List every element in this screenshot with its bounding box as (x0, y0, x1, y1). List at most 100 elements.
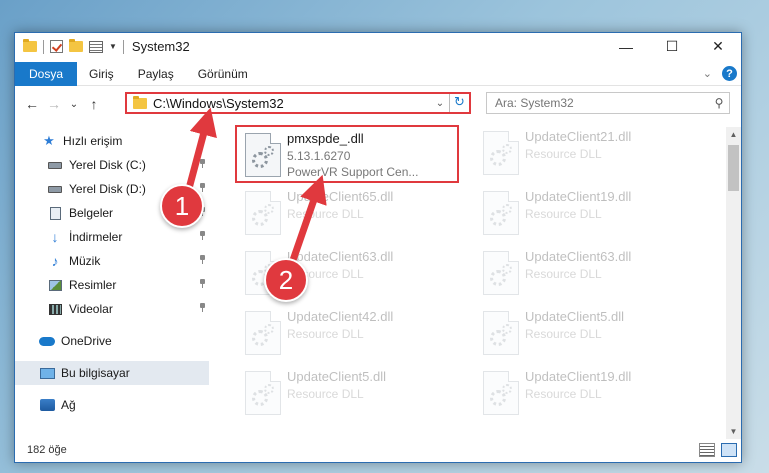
dll-file-icon (483, 311, 519, 355)
file-name: UpdateClient19.dll (525, 369, 632, 384)
file-item[interactable]: UpdateClient19.dll Resource DLL (475, 185, 699, 243)
pin-icon[interactable] (199, 255, 205, 264)
dll-file-icon (245, 311, 281, 355)
sidebar-item-onedrive[interactable]: OneDrive (15, 329, 209, 353)
search-icon[interactable]: ⚲ (709, 96, 729, 110)
sidebar-item-label: Hızlı erişim (63, 134, 123, 148)
quick-access-toolbar: ▼ (15, 33, 124, 60)
sidebar-item-label: Ağ (61, 398, 76, 412)
pin-icon[interactable] (199, 159, 205, 168)
step-badge-1: 1 (160, 184, 204, 228)
file-name: UpdateClient21.dll (525, 129, 632, 144)
sidebar-item-network[interactable]: Ağ (15, 393, 209, 417)
step-badge-2: 2 (264, 258, 308, 302)
sidebar-item-label: Videolar (69, 302, 113, 316)
view-toggle (699, 443, 737, 457)
pin-icon[interactable] (199, 279, 205, 288)
file-description: Resource DLL (525, 267, 602, 281)
tab-file[interactable]: Dosya (15, 61, 78, 86)
file-item[interactable]: UpdateClient19.dll Resource DLL (475, 365, 699, 423)
scroll-up-icon[interactable]: ▲ (726, 127, 741, 142)
sidebar-item-label: OneDrive (61, 334, 112, 348)
window-controls: — ☐ ✕ (603, 33, 741, 60)
file-description: Resource DLL (287, 387, 364, 401)
dll-file-icon (245, 191, 281, 235)
properties-icon[interactable] (89, 40, 103, 53)
disk-icon (47, 182, 63, 196)
address-bar[interactable]: C:\Windows\System32 ⌄ ↻ (125, 92, 471, 114)
navigation-pane: ★ Hızlı erişim Yerel Disk (C:) Yerel Dis… (15, 127, 209, 437)
sidebar-item-local-disk-c[interactable]: Yerel Disk (C:) (15, 153, 209, 177)
pin-icon[interactable] (199, 303, 205, 312)
picture-icon (47, 278, 63, 292)
title-bar: ▼ System32 — ☐ ✕ (15, 33, 741, 60)
file-name: UpdateClient19.dll (525, 189, 632, 204)
file-item[interactable]: UpdateClient21.dll Resource DLL (475, 125, 699, 183)
tab-home[interactable]: Giriş (77, 62, 126, 86)
sidebar-item-pictures[interactable]: Resimler (15, 273, 209, 297)
file-version: 5.13.1.6270 (287, 149, 351, 163)
recent-locations-button[interactable]: ⌄ (65, 99, 83, 110)
search-box[interactable]: ⚲ (486, 92, 730, 114)
sidebar-item-this-pc[interactable]: Bu bilgisayar (15, 361, 209, 385)
close-button[interactable]: ✕ (695, 33, 741, 60)
maximize-button[interactable]: ☐ (649, 33, 695, 60)
sidebar-item-label: Bu bilgisayar (61, 366, 130, 380)
sidebar-item-music[interactable]: ♪ Müzik (15, 249, 209, 273)
sidebar-item-label: Belgeler (69, 206, 114, 220)
sidebar-item-label: Yerel Disk (D:) (69, 182, 146, 196)
pin-icon[interactable] (199, 183, 205, 192)
file-description: Resource DLL (525, 147, 602, 161)
scroll-down-icon[interactable]: ▼ (726, 424, 741, 439)
dll-file-icon (245, 133, 281, 177)
address-dropdown-icon[interactable]: ⌄ (431, 98, 449, 109)
refresh-button[interactable]: ↻ (449, 94, 469, 112)
details-view-icon[interactable] (699, 443, 715, 457)
file-description: Resource DLL (525, 327, 602, 341)
navigation-bar: ← → ⌄ ↑ C:\Windows\System32 ⌄ ↻ ⚲ (15, 90, 741, 118)
properties-check-icon[interactable] (50, 40, 63, 53)
file-name: UpdateClient42.dll (287, 309, 394, 324)
file-item[interactable]: UpdateClient5.dll Resource DLL (475, 305, 699, 363)
ribbon-right-controls: ⌄ ? (703, 66, 737, 81)
help-icon[interactable]: ? (722, 66, 737, 81)
up-button[interactable]: ↑ (83, 96, 105, 112)
download-icon: ↓ (51, 229, 59, 245)
forward-button[interactable]: → (43, 96, 65, 112)
sidebar-item-downloads[interactable]: ↓ İndirmeler (15, 225, 209, 249)
file-name: UpdateClient63.dll (525, 249, 632, 264)
dll-file-icon (483, 191, 519, 235)
vertical-scrollbar[interactable]: ▲ ▼ (726, 127, 741, 439)
pin-icon[interactable] (199, 231, 205, 240)
file-name: UpdateClient65.dll (287, 189, 394, 204)
address-path[interactable]: C:\Windows\System32 (153, 96, 431, 111)
file-item[interactable]: UpdateClient5.dll Resource DLL (237, 365, 461, 423)
customize-toolbar-icon[interactable]: ▼ (109, 42, 117, 51)
folder-icon (133, 95, 147, 109)
file-item[interactable]: UpdateClient65.dll Resource DLL (237, 185, 461, 243)
new-folder-icon[interactable] (69, 39, 83, 52)
toolbar-separator (43, 39, 44, 54)
minimize-button[interactable]: — (603, 33, 649, 60)
search-input[interactable] (495, 96, 709, 110)
chevron-down-icon[interactable]: ⌄ (703, 67, 712, 80)
sidebar-item-videos[interactable]: Videolar (15, 297, 209, 321)
folder-icon (23, 39, 37, 52)
file-description: Resource DLL (525, 387, 602, 401)
star-icon: ★ (43, 133, 55, 148)
tab-share[interactable]: Paylaş (126, 62, 186, 86)
tiles-view-icon[interactable] (721, 443, 737, 457)
dll-file-icon (483, 131, 519, 175)
tab-view[interactable]: Görünüm (186, 62, 260, 86)
scroll-thumb[interactable] (728, 145, 739, 191)
file-item-pmxspde[interactable]: pmxspde_.dll 5.13.1.6270 PowerVR Support… (235, 125, 459, 183)
file-description: Resource DLL (287, 327, 364, 341)
sidebar-item-label: İndirmeler (69, 230, 123, 244)
file-item[interactable]: UpdateClient63.dll Resource DLL (475, 245, 699, 303)
toolbar-separator (122, 39, 124, 54)
back-button[interactable]: ← (21, 96, 43, 112)
sidebar-item-quick-access[interactable]: ★ Hızlı erişim (15, 129, 209, 153)
sidebar-item-label: Müzik (69, 254, 101, 268)
file-item[interactable]: UpdateClient42.dll Resource DLL (237, 305, 461, 363)
sidebar-item-label: Resimler (69, 278, 117, 292)
